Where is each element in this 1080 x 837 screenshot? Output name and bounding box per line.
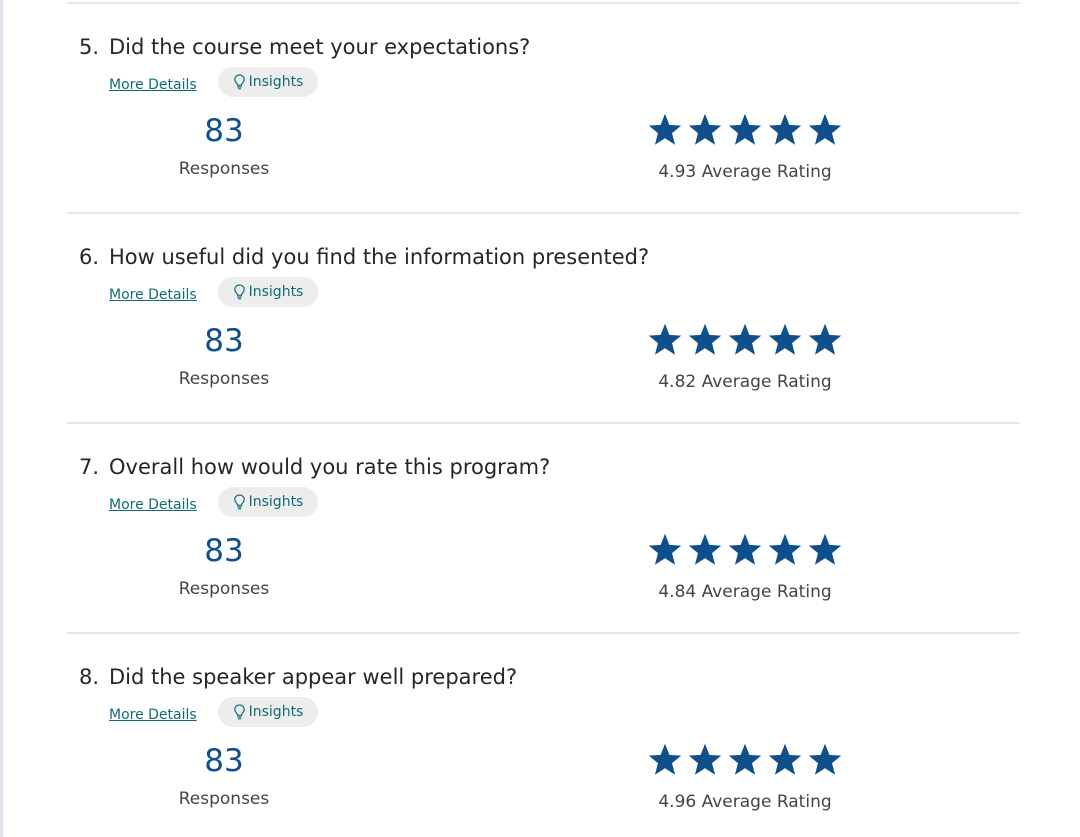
star-icon: [728, 323, 762, 355]
star-icon: [648, 533, 682, 565]
lightbulb-icon: [233, 74, 245, 90]
question-card: 6. How useful did you find the informatio…: [67, 214, 1020, 424]
lightbulb-icon: [233, 494, 245, 510]
left-rail: [0, 0, 3, 837]
question-title: 5. Did the course meet your expectations?: [79, 35, 530, 59]
survey-results-page: 5. Did the course meet your expectations?…: [0, 0, 1080, 837]
question-card: 5. Did the course meet your expectations?…: [67, 4, 1020, 214]
insights-label: Insights: [248, 494, 304, 510]
star-icon: [808, 323, 842, 355]
star-icon: [688, 743, 722, 775]
question-title: 8. Did the speaker appear well prepared?: [79, 665, 517, 689]
responses-count: 83: [204, 113, 244, 149]
lightbulb-icon: [233, 284, 245, 300]
responses-count: 83: [204, 743, 244, 779]
question-number: 6.: [79, 245, 100, 269]
star-icon: [648, 743, 682, 775]
responses-count: 83: [204, 533, 244, 569]
question-number: 7.: [79, 455, 100, 479]
star-icon: [688, 533, 722, 565]
responses-label: Responses: [178, 579, 270, 599]
star-icon: [768, 113, 802, 145]
star-icon: [728, 113, 762, 145]
average-rating: 4.82 Average Rating: [658, 372, 832, 392]
insights-label: Insights: [248, 284, 304, 300]
star-icon: [808, 533, 842, 565]
insights-button[interactable]: Insights: [218, 277, 318, 307]
question-title: 7. Overall how would you rate this progra…: [79, 455, 550, 479]
star-icon: [688, 113, 722, 145]
insights-label: Insights: [248, 74, 304, 90]
star-icon: [728, 533, 762, 565]
more-details-link[interactable]: More Details: [109, 707, 197, 723]
responses-label: Responses: [178, 159, 270, 179]
question-text: Overall how would you rate this program?: [109, 455, 551, 479]
question-text: How useful did you find the information …: [109, 245, 650, 269]
insights-button[interactable]: Insights: [218, 487, 318, 517]
question-card: 7. Overall how would you rate this progra…: [67, 424, 1020, 634]
question-number: 5.: [79, 35, 100, 59]
average-rating: 4.93 Average Rating: [658, 162, 832, 182]
insights-button[interactable]: Insights: [218, 697, 318, 727]
star-rating: [647, 322, 843, 362]
star-icon: [688, 323, 722, 355]
question-title: 6. How useful did you find the informatio…: [79, 245, 649, 269]
star-icon: [648, 113, 682, 145]
average-rating: 4.96 Average Rating: [658, 792, 832, 812]
lightbulb-icon: [233, 704, 245, 720]
star-icon: [648, 323, 682, 355]
star-icon: [768, 743, 802, 775]
question-text: Did the speaker appear well prepared?: [109, 665, 518, 689]
star-icon: [808, 743, 842, 775]
insights-button[interactable]: Insights: [218, 67, 318, 97]
question-list: 5. Did the course meet your expectations?…: [67, 0, 1020, 837]
star-icon: [768, 533, 802, 565]
insights-label: Insights: [248, 704, 304, 720]
star-icon: [768, 323, 802, 355]
star-rating: [647, 532, 843, 572]
responses-label: Responses: [178, 789, 270, 809]
average-rating: 4.84 Average Rating: [658, 582, 832, 602]
star-rating: [647, 742, 843, 782]
responses-count: 83: [204, 323, 244, 359]
star-icon: [728, 743, 762, 775]
star-icon: [808, 113, 842, 145]
question-card: 8. Did the speaker appear well prepared? …: [67, 634, 1020, 837]
more-details-link[interactable]: More Details: [109, 497, 197, 513]
star-rating: [647, 112, 843, 152]
more-details-link[interactable]: More Details: [109, 77, 197, 93]
question-text: Did the course meet your expectations?: [109, 35, 531, 59]
question-number: 8.: [79, 665, 100, 689]
more-details-link[interactable]: More Details: [109, 287, 197, 303]
responses-label: Responses: [178, 369, 270, 389]
